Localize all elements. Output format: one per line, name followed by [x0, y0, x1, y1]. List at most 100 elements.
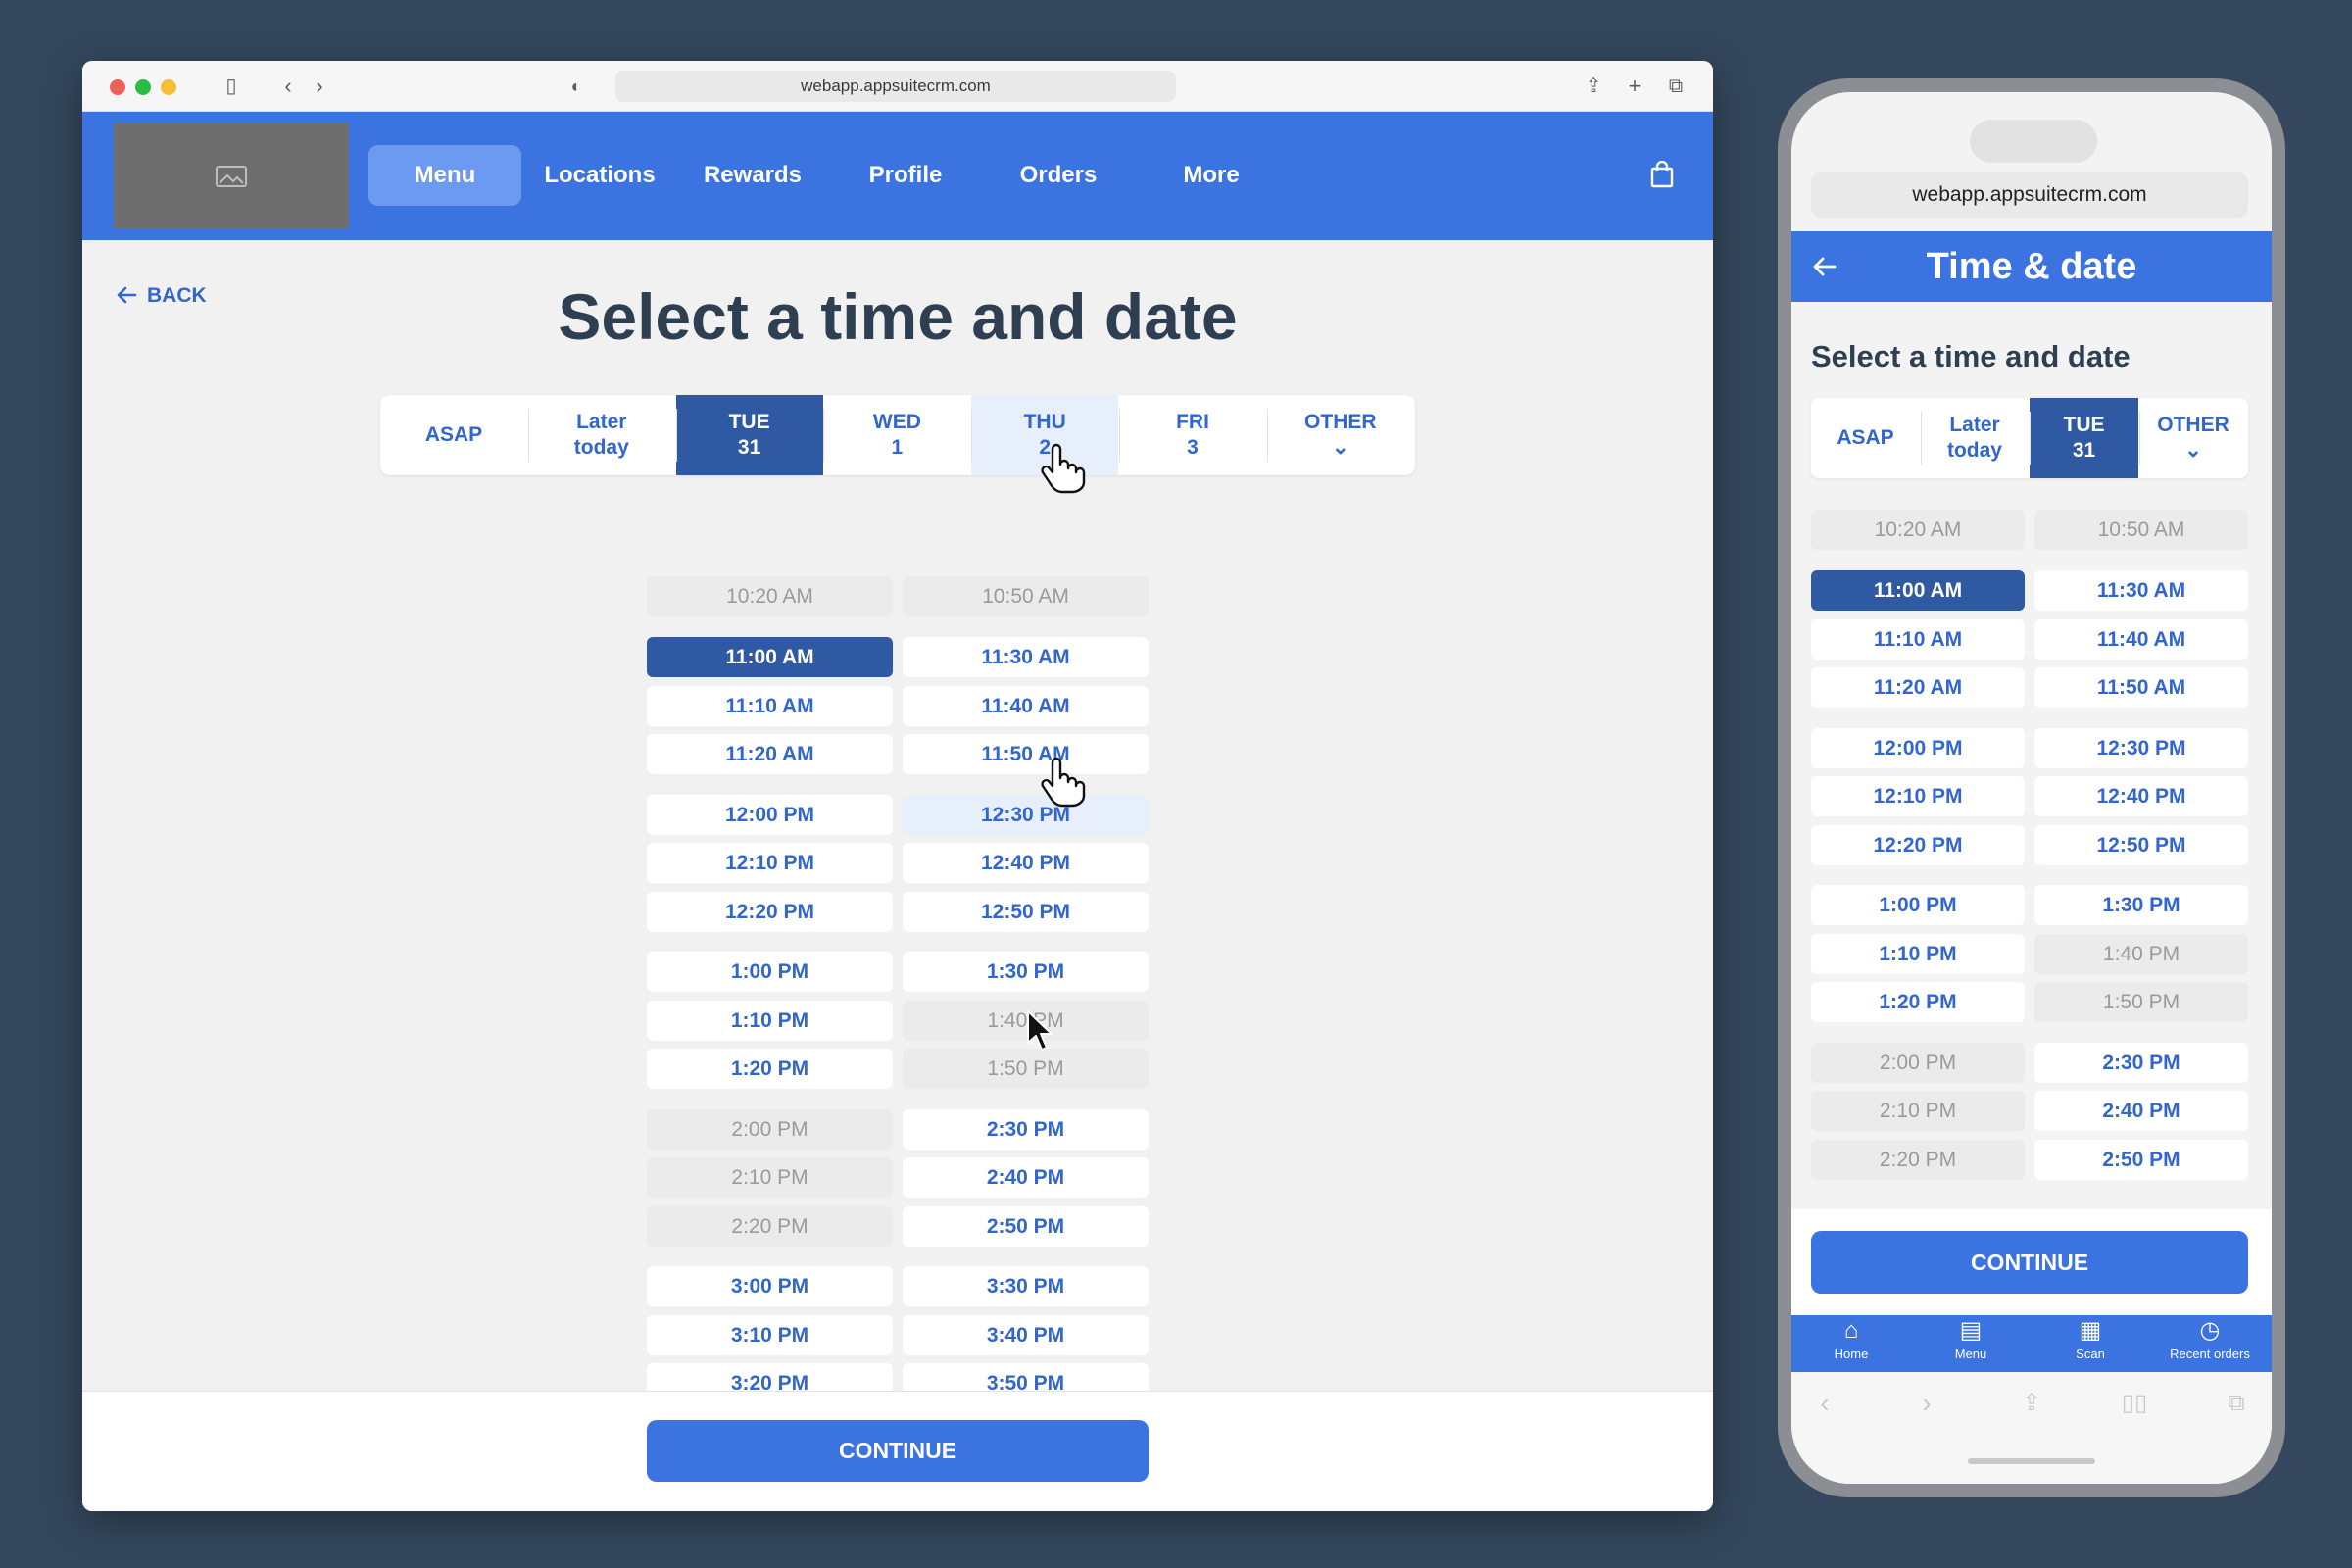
time-slot[interactable]: 12:20 PM — [1811, 824, 2025, 865]
time-slot[interactable]: 12:50 PM — [903, 891, 1149, 932]
bookmarks-icon[interactable]: ▯▯ — [2115, 1386, 2154, 1421]
site-navbar: Menu Locations Rewards Profile Orders Mo… — [82, 112, 1713, 240]
time-slot: 2:20 PM — [1811, 1139, 2025, 1180]
time-slot[interactable]: 11:40 AM — [2034, 618, 2248, 660]
time-slot[interactable]: 12:10 PM — [1811, 776, 2025, 816]
tabbar-label: Home — [1834, 1347, 1869, 1361]
time-slot[interactable]: 12:30 PM — [2034, 727, 2248, 768]
time-slot[interactable]: 11:20 AM — [647, 734, 893, 774]
nav-menu[interactable]: Menu — [368, 145, 521, 206]
back-arrow-icon[interactable]: ‹ — [1805, 1386, 1844, 1421]
time-slot[interactable]: 2:40 PM — [2034, 1091, 2248, 1131]
time-slot[interactable]: 2:30 PM — [2034, 1042, 2248, 1083]
time-slot: 10:50 AM — [2034, 510, 2248, 550]
time-slot[interactable]: 11:50 AM — [903, 734, 1149, 774]
home-icon: ⌂ — [1843, 1317, 1859, 1344]
back-arrow-icon[interactable]: ‹ — [274, 73, 302, 100]
tabbar-scan[interactable]: ▦ Scan — [2031, 1315, 2150, 1372]
time-slot[interactable]: 2:50 PM — [2034, 1139, 2248, 1180]
time-slot: 2:10 PM — [647, 1157, 893, 1198]
time-slot[interactable]: 11:50 AM — [2034, 667, 2248, 708]
time-slot[interactable]: 3:40 PM — [903, 1314, 1149, 1355]
tabbar-home[interactable]: ⌂ Home — [1791, 1315, 1911, 1372]
desktop-browser-window: ▯ ‹ › ◐ webapp.appsuitecrm.com ⇪ + ⧉ Men… — [82, 61, 1713, 1511]
zoom-window-button[interactable] — [135, 79, 151, 95]
logo-placeholder[interactable] — [114, 122, 349, 228]
privacy-shield-icon[interactable]: ◐ — [563, 73, 590, 100]
mobile-browser-toolbar: ‹ › ⇪ ▯▯ ⧉ — [1791, 1372, 2272, 1484]
nav-rewards[interactable]: Rewards — [684, 145, 821, 206]
tabbar-label: Menu — [1954, 1347, 1987, 1361]
time-slot[interactable]: 12:10 PM — [647, 843, 893, 883]
time-slot[interactable]: 11:40 AM — [903, 685, 1149, 726]
time-slot[interactable]: 1:10 PM — [647, 1000, 893, 1041]
time-slot: 10:50 AM — [903, 576, 1149, 616]
time-slot[interactable]: 12:00 PM — [1811, 727, 2025, 768]
time-slot[interactable]: 11:20 AM — [1811, 667, 2025, 708]
time-slot[interactable]: 12:30 PM — [903, 794, 1149, 835]
share-icon[interactable]: ⇪ — [2012, 1386, 2051, 1421]
time-slot[interactable]: 2:50 PM — [903, 1205, 1149, 1247]
time-slot[interactable]: 1:30 PM — [2034, 885, 2248, 925]
sidebar-toggle-icon[interactable]: ▯ — [218, 73, 245, 100]
share-icon[interactable]: ⇪ — [1580, 73, 1607, 100]
time-slot[interactable]: 2:40 PM — [903, 1157, 1149, 1198]
new-tab-icon[interactable]: + — [1621, 73, 1648, 100]
mobile-tabbar: ⌂ Home ▤ Menu ▦ Scan ◷ Recent orders — [1791, 1315, 2272, 1372]
time-slot[interactable]: 1:00 PM — [1811, 885, 2025, 925]
time-slot: 2:10 PM — [1811, 1091, 2025, 1131]
mobile-continue-button[interactable]: CONTINUE — [1811, 1231, 2248, 1294]
continue-button[interactable]: CONTINUE — [647, 1420, 1149, 1482]
shopping-bag-icon[interactable] — [1650, 161, 1674, 188]
time-slot[interactable]: 3:30 PM — [903, 1266, 1149, 1306]
time-slot[interactable]: 1:20 PM — [1811, 982, 2025, 1022]
minimize-window-button[interactable] — [161, 79, 176, 95]
tabs-icon[interactable]: ⧉ — [2217, 1386, 2256, 1421]
forward-arrow-icon[interactable]: › — [306, 73, 333, 100]
time-slot[interactable]: 11:10 AM — [647, 685, 893, 726]
browser-titlebar: ▯ ‹ › ◐ webapp.appsuitecrm.com ⇪ + ⧉ — [82, 61, 1713, 112]
close-window-button[interactable] — [110, 79, 125, 95]
time-slot: 1:40 PM — [2034, 933, 2248, 974]
time-slot[interactable]: 12:20 PM — [647, 891, 893, 932]
time-slot: 10:20 AM — [647, 576, 893, 616]
time-slot[interactable]: 12:00 PM — [647, 794, 893, 835]
time-slot[interactable]: 3:10 PM — [647, 1314, 893, 1355]
time-slot[interactable]: 11:30 AM — [903, 637, 1149, 677]
time-slot[interactable]: 2:30 PM — [903, 1108, 1149, 1150]
time-slot: 1:50 PM — [903, 1049, 1149, 1089]
address-bar[interactable]: webapp.appsuitecrm.com — [615, 71, 1176, 102]
time-slot[interactable]: 3:00 PM — [647, 1266, 893, 1306]
time-slot[interactable]: 11:30 AM — [2034, 570, 2248, 611]
page-content: BACK Select a time and date ASAP Later tod… — [82, 240, 1713, 1464]
nav-orders[interactable]: Orders — [990, 145, 1127, 206]
time-slot[interactable]: 12:50 PM — [2034, 824, 2248, 865]
tabbar-label: Recent orders — [2170, 1347, 2250, 1361]
recent-orders-icon: ◷ — [2199, 1317, 2221, 1344]
book-icon: ▤ — [1959, 1317, 1983, 1344]
phone-screen: webapp.appsuitecrm.com Time & date Selec… — [1791, 92, 2272, 1484]
time-slot[interactable]: 12:40 PM — [903, 843, 1149, 883]
tab-overview-icon[interactable]: ⧉ — [1662, 73, 1690, 100]
tabbar-menu[interactable]: ▤ Menu — [1911, 1315, 2031, 1372]
time-slot: 2:00 PM — [1811, 1042, 2025, 1083]
tabbar-label: Scan — [2076, 1347, 2105, 1361]
time-slot[interactable]: 11:00 AM — [647, 637, 893, 677]
time-slot: 1:50 PM — [2034, 982, 2248, 1022]
nav-locations[interactable]: Locations — [531, 145, 668, 206]
time-slot[interactable]: 12:40 PM — [2034, 776, 2248, 816]
time-slot: 10:20 AM — [1811, 510, 2025, 550]
time-slot[interactable]: 1:30 PM — [903, 952, 1149, 992]
nav-profile[interactable]: Profile — [837, 145, 974, 206]
time-slot: 1:40 PM — [903, 1000, 1149, 1041]
forward-arrow-icon[interactable]: › — [1907, 1386, 1946, 1421]
time-slot: 2:20 PM — [647, 1205, 893, 1247]
nav-more[interactable]: More — [1143, 145, 1280, 206]
time-slot[interactable]: 1:10 PM — [1811, 933, 2025, 974]
tabbar-recent-orders[interactable]: ◷ Recent orders — [2150, 1315, 2270, 1372]
time-slot[interactable]: 1:00 PM — [647, 952, 893, 992]
time-slot[interactable]: 11:00 AM — [1811, 570, 2025, 611]
time-slot[interactable]: 11:10 AM — [1811, 618, 2025, 660]
time-slot[interactable]: 1:20 PM — [647, 1049, 893, 1089]
phone-device: webapp.appsuitecrm.com Time & date Selec… — [1778, 78, 2285, 1497]
